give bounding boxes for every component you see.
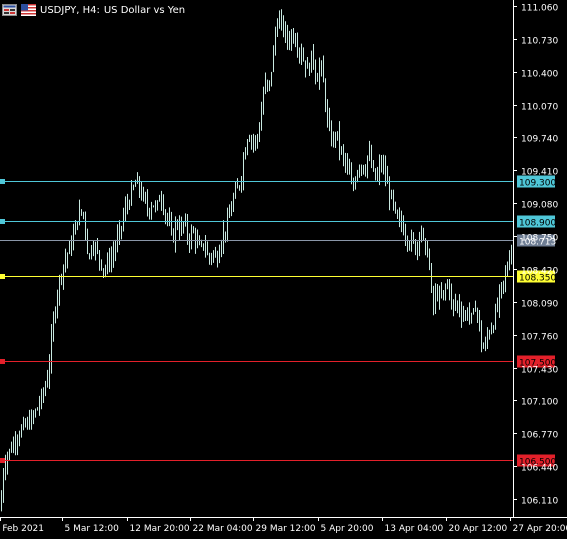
symbol-description: US Dollar vs Yen	[103, 4, 186, 16]
x-tick-label: 13 Apr 04:00	[385, 524, 444, 534]
y-tick-label: 109.740	[521, 135, 558, 145]
y-tick-label: 106.440	[521, 464, 558, 474]
y-tick-label: 108.090	[521, 300, 558, 310]
line-handle[interactable]	[0, 219, 5, 224]
y-tick-label: 109.080	[521, 201, 558, 211]
x-tick-label: 27 Apr 20:00	[513, 524, 567, 534]
x-tick-label: 5 Mar 12:00	[65, 524, 120, 534]
x-tick-label: 20 Apr 12:00	[449, 524, 508, 534]
y-tick-label: 111.060	[521, 4, 558, 14]
y-tick-label: 107.760	[521, 333, 558, 343]
y-tick-label: 107.430	[521, 366, 558, 376]
line-handle[interactable]	[0, 458, 5, 463]
line-handle[interactable]	[0, 274, 5, 279]
x-tick-label: 22 Mar 04:00	[193, 524, 253, 534]
x-tick-label: 26 Feb 2021	[0, 524, 44, 534]
flag-icon	[21, 4, 36, 16]
y-tick-label: 107.100	[521, 398, 558, 408]
y-tick-label: 108.750	[521, 234, 558, 244]
price-chart[interactable]: 109.300108.900108.350107.500106.500108.7…	[0, 0, 567, 539]
chart-header: USDJPY, H4: US Dollar vs Yen	[2, 2, 185, 18]
symbol-window-icon[interactable]	[2, 4, 17, 16]
line-handle[interactable]	[0, 179, 5, 184]
y-tick-label: 106.110	[521, 497, 558, 507]
price-label: 109.300	[519, 179, 556, 189]
y-tick-label: 109.410	[521, 168, 558, 178]
y-tick-label: 106.770	[521, 431, 558, 441]
x-tick-label: 29 Mar 12:00	[256, 524, 316, 534]
line-handle[interactable]	[0, 359, 5, 364]
x-tick-label: 5 Apr 20:00	[321, 524, 374, 534]
symbol-timeframe: USDJPY, H4:	[40, 4, 100, 16]
x-tick-label: 12 Mar 20:00	[130, 524, 190, 534]
y-tick-label: 110.070	[521, 103, 558, 113]
y-tick-label: 108.420	[521, 267, 558, 277]
y-tick-label: 110.730	[521, 37, 558, 47]
price-label: 108.900	[519, 219, 556, 229]
y-tick-label: 110.400	[521, 70, 558, 80]
